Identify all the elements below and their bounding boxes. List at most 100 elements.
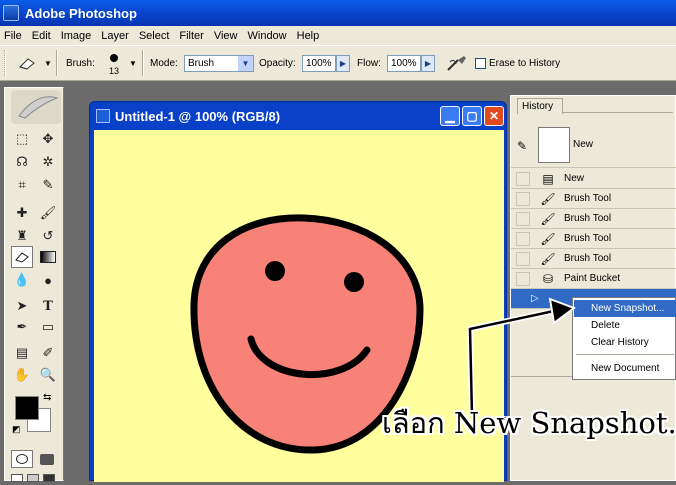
menu-filter[interactable]: Filter <box>175 30 209 42</box>
menu-view[interactable]: View <box>210 30 244 42</box>
history-item[interactable]: ⛁ Paint Bucket <box>511 269 676 289</box>
history-tab-label: History <box>522 101 554 112</box>
close-button[interactable]: ✕ <box>484 106 504 126</box>
crop-tool-icon[interactable]: ⌗ <box>11 174 33 196</box>
quick-mask-mode-icon[interactable] <box>36 450 58 468</box>
history-item[interactable]: 🖌 Brush Tool <box>511 249 676 269</box>
history-item[interactable]: ▤ New <box>511 169 676 189</box>
instruction-caption: เลือก New Snapshot... <box>382 406 676 440</box>
menu-separator <box>576 354 674 355</box>
mode-dropdown-arrow-icon[interactable]: ▼ <box>238 56 253 71</box>
options-separator <box>56 50 58 76</box>
history-item[interactable]: 🖌 Brush Tool <box>511 229 676 249</box>
photoshop-logo-icon <box>3 5 19 21</box>
minimize-button[interactable]: ▁ <box>440 106 460 126</box>
history-item-label: Brush Tool <box>564 193 612 204</box>
menu-window[interactable]: Window <box>244 30 293 42</box>
eraser-tool-icon[interactable] <box>11 246 33 268</box>
menu-edit[interactable]: Edit <box>28 30 57 42</box>
menu-help[interactable]: Help <box>293 30 326 42</box>
mode-label: Mode: <box>150 58 178 69</box>
healing-brush-tool-icon[interactable]: ✚ <box>11 202 33 224</box>
paint-bucket-icon: ⛁ <box>542 271 554 286</box>
clone-stamp-tool-icon[interactable]: ♜ <box>11 225 33 247</box>
eraser-preset-icon[interactable] <box>16 53 40 73</box>
history-item-label: Brush Tool <box>564 253 612 264</box>
notes-tool-icon[interactable]: ▤ <box>11 342 33 364</box>
path-selection-tool-icon[interactable]: ➤ <box>11 295 33 317</box>
history-item[interactable]: 🖌 Brush Tool <box>511 189 676 209</box>
history-source-box[interactable] <box>516 271 530 286</box>
preset-dropdown-arrow-icon[interactable]: ▼ <box>44 59 52 68</box>
airbrush-icon[interactable] <box>444 52 470 74</box>
history-item-label: New <box>564 173 585 184</box>
opacity-input[interactable]: 100% <box>302 55 336 72</box>
gradient-tool-icon[interactable] <box>37 246 59 268</box>
snapshot-thumbnail <box>538 127 570 163</box>
history-item-label: Paint Bucket <box>564 273 621 284</box>
zoom-tool-icon[interactable]: 🔍 <box>37 364 59 386</box>
options-grip <box>4 50 6 76</box>
history-brush-tool-icon[interactable]: ↺ <box>37 225 59 247</box>
slice-tool-icon[interactable]: ✎ <box>37 174 59 196</box>
history-item[interactable]: 🖌 Brush Tool <box>511 209 676 229</box>
app-title: Adobe Photoshop <box>25 5 137 21</box>
history-source-box[interactable] <box>516 231 530 246</box>
menu-item-delete[interactable]: Delete <box>574 317 676 334</box>
history-item-label: Brush Tool <box>564 233 612 244</box>
mode-value: Brush <box>188 58 215 69</box>
lasso-tool-icon[interactable]: ☊ <box>11 151 33 173</box>
brush-tool-icon[interactable]: 🖌 <box>37 202 59 224</box>
erase-to-history-checkbox[interactable] <box>475 58 486 69</box>
menu-file[interactable]: File <box>0 30 28 42</box>
flow-slider-arrow-icon[interactable]: ▶ <box>421 55 435 72</box>
history-snapshot-row[interactable]: ✎ New <box>511 124 676 168</box>
menu-item-label: New Snapshot... <box>591 303 665 314</box>
blur-tool-icon[interactable]: 💧 <box>11 269 33 291</box>
brush-icon: 🖌 <box>540 231 556 246</box>
type-tool-icon[interactable]: T <box>37 295 59 317</box>
menu-image[interactable]: Image <box>57 30 98 42</box>
standard-mode-icon[interactable] <box>11 450 33 468</box>
history-tab[interactable]: History <box>517 98 563 114</box>
brush-tip-icon[interactable] <box>110 54 118 62</box>
brush-dropdown-arrow-icon[interactable]: ▼ <box>129 59 137 68</box>
marquee-tool-icon[interactable]: ⬚ <box>11 128 33 150</box>
history-item-label: Brush Tool <box>564 213 612 224</box>
brush-size: 13 <box>109 66 120 76</box>
app-titlebar: Adobe Photoshop <box>0 0 676 26</box>
menu-bar: File Edit Image Layer Select Filter View… <box>0 26 676 45</box>
maximize-button[interactable]: ▢ <box>462 106 482 126</box>
history-source-box[interactable] <box>516 171 530 186</box>
brush-icon: 🖌 <box>540 211 556 226</box>
document-title: Untitled-1 @ 100% (RGB/8) <box>115 108 281 124</box>
menu-select[interactable]: Select <box>135 30 176 42</box>
hand-tool-icon[interactable]: ✋ <box>11 364 33 386</box>
toolbox: ⬚ ✥ ☊ ✲ ⌗ ✎ ✚ 🖌 ♜ ↺ 💧 ● ➤ T ✒ ▭ ▤ ✐ ✋ 🔍 … <box>4 87 64 482</box>
history-source-box[interactable] <box>516 211 530 226</box>
menu-layer[interactable]: Layer <box>97 30 135 42</box>
menu-item-new-snapshot[interactable]: New Snapshot... <box>574 300 676 317</box>
default-colors-icon[interactable]: ◩ <box>12 424 21 435</box>
menu-item-new-document[interactable]: New Document <box>574 360 676 377</box>
menu-item-clear-history[interactable]: Clear History <box>574 334 676 351</box>
shape-tool-icon[interactable]: ▭ <box>37 316 59 338</box>
menu-item-label: Clear History <box>591 337 649 348</box>
magic-wand-tool-icon[interactable]: ✲ <box>37 151 59 173</box>
swap-colors-icon[interactable]: ⇆ <box>43 392 51 403</box>
history-source-box[interactable] <box>516 251 530 266</box>
mode-select[interactable]: Brush ▼ <box>184 55 254 72</box>
right-eye <box>344 272 364 292</box>
foreground-color-swatch[interactable] <box>15 396 39 420</box>
erase-to-history-label: Erase to History <box>489 58 561 69</box>
flow-label: Flow: <box>357 58 381 69</box>
eyedropper-tool-icon[interactable]: ✐ <box>37 342 59 364</box>
move-tool-icon[interactable]: ✥ <box>37 128 59 150</box>
opacity-slider-arrow-icon[interactable]: ▶ <box>336 55 350 72</box>
options-separator <box>142 50 144 76</box>
history-source-box[interactable] <box>516 191 530 206</box>
history-context-menu: New Snapshot... Delete Clear History New… <box>572 297 676 380</box>
dodge-tool-icon[interactable]: ● <box>37 269 59 291</box>
pen-tool-icon[interactable]: ✒ <box>11 316 33 338</box>
flow-input[interactable]: 100% <box>387 55 421 72</box>
